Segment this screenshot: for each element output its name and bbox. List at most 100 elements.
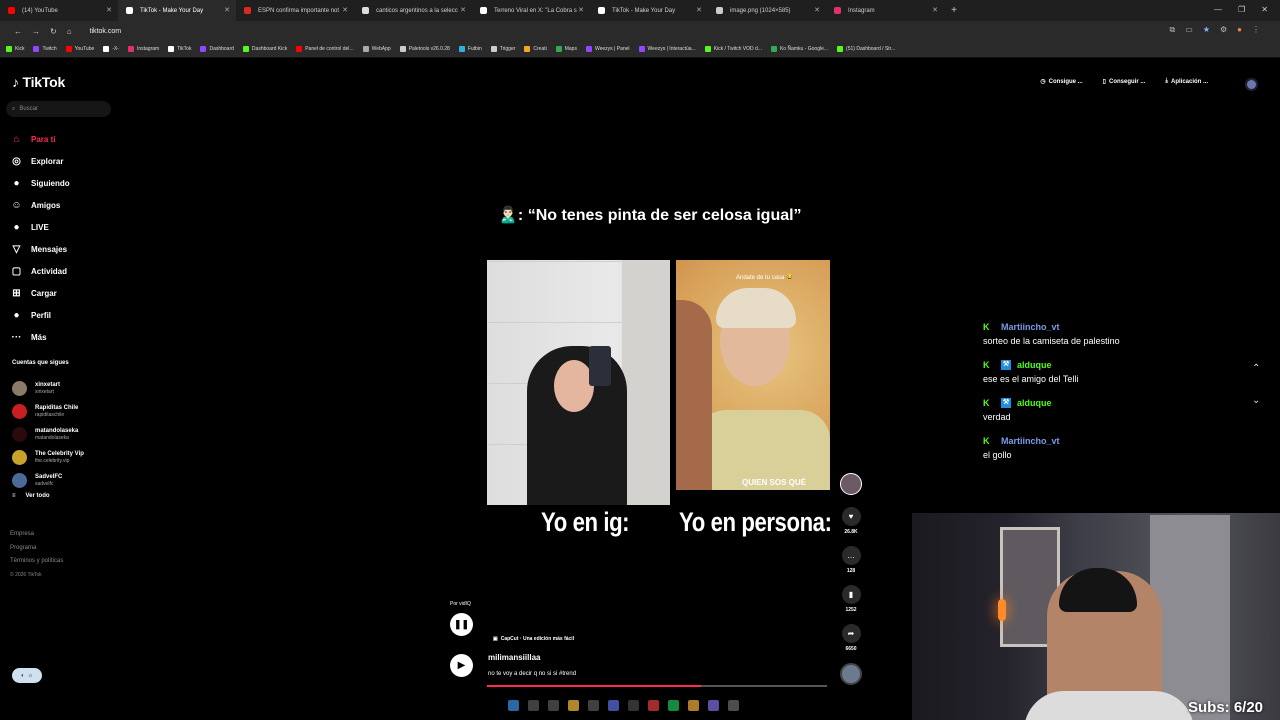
followed-account[interactable]: The Celebrity Vip the.celebrity.vip [12,446,84,469]
chat-username[interactable]: alduque [1017,360,1052,370]
play-button[interactable]: ▶ [450,654,473,677]
discord-icon[interactable] [708,700,719,711]
followed-account[interactable]: matandolaseka matandolaseka [12,423,84,446]
search-input[interactable]: ⌕ Buscar [6,101,111,117]
bookmark-item[interactable]: Trigger [490,46,515,52]
see-all-link[interactable]: ≡ Ver todo [12,493,84,499]
download-app-button[interactable]: ⤓ Aplicación ... [1165,78,1208,85]
stats-button[interactable]: ❚❚ [450,613,473,636]
bookmark-item[interactable]: Maps [555,46,577,52]
grid-icon[interactable] [608,700,619,711]
sidebar-item[interactable]: ● Perfil [10,304,70,326]
bookmark-item[interactable]: Kick / Twitch VOD d... [704,46,762,52]
forward-icon[interactable]: → [32,27,40,36]
close-icon[interactable]: ✕ [814,6,820,14]
bookmark-item[interactable]: Instagram [127,46,159,52]
cast-icon[interactable]: ▭ [1185,25,1193,35]
minimize-icon[interactable]: — [1214,5,1222,14]
menu-dots-icon[interactable]: ⋮ [1252,25,1260,35]
bookmark-item[interactable]: -X- [103,46,119,52]
chat-username[interactable]: alduque [1017,398,1052,408]
folder-icon[interactable] [568,700,579,711]
creator-avatar[interactable] [840,473,862,495]
new-tab-button[interactable]: + [944,5,964,16]
back-icon[interactable]: ← [14,27,22,36]
home-nav-icon[interactable]: ⌂ [67,27,72,36]
capcut-tag[interactable]: ▣ CapCut · Una edición más fácil [493,636,574,642]
close-icon[interactable]: ✕ [460,6,466,14]
bookmark-item[interactable]: Dashboard Kick [242,46,287,52]
settings-task-icon[interactable] [548,700,559,711]
close-icon[interactable]: ✕ [932,6,938,14]
share-icon[interactable]: ➦ [841,624,861,643]
chevron-down-icon[interactable]: ⌄ [1252,385,1260,417]
browser-tab[interactable]: TikTok - Make Your Day ✕ [590,0,708,21]
browser-tab[interactable]: canticos argentinos a la selecc ✕ [354,0,472,21]
bookmark-item[interactable]: Ko Ñamku - Google... [770,46,828,52]
bookmark-item[interactable]: Kick [6,46,24,52]
close-window-icon[interactable]: ✕ [1261,5,1268,14]
app-icon[interactable] [628,700,639,711]
bookmark-item[interactable]: Creati [524,46,547,52]
extensions-icon[interactable]: ⚙ [1220,25,1227,35]
close-icon[interactable]: ✕ [578,6,584,14]
sidebar-item[interactable]: ● Siguiendo [10,172,69,194]
bookmark-item[interactable]: Weezys | Panel [585,46,630,52]
sidebar-item[interactable]: ● LIVE [10,216,70,238]
profile-avatar-icon[interactable]: ● [1237,25,1242,35]
close-icon[interactable]: ✕ [106,6,112,14]
get-coins-button[interactable]: ◷ Consigue ... [1040,78,1082,86]
close-icon[interactable]: ✕ [224,6,230,14]
sidebar-item[interactable]: ☺ Amigos [10,194,70,216]
translate-icon[interactable]: ⧉ [1170,25,1176,35]
theme-toggle[interactable]: ◐ ☼ [12,668,42,683]
footer-link-empresa[interactable]: Empresa [10,528,63,542]
followed-account[interactable]: xinxetart xinxetart [12,377,84,400]
search-task-icon[interactable] [528,700,539,711]
comment-icon[interactable]: … [841,546,861,565]
get-app-button[interactable]: ▯ Conseguir ... [1103,78,1146,86]
bookmark-item[interactable]: Weezys | Interactúa... [638,46,696,52]
maximize-icon[interactable]: ❐ [1238,5,1245,14]
chrome-icon[interactable] [688,700,699,711]
spotify-icon[interactable] [668,700,679,711]
sidebar-item[interactable]: ⌂ Para ti [10,128,70,150]
user-avatar[interactable] [1245,78,1258,91]
bookmark-item[interactable]: Panel de control del... [296,46,354,52]
bookmark-item[interactable]: Dashboard [200,46,234,52]
sidebar-item[interactable]: ▢ Actividad [10,260,70,282]
bookmark-item[interactable]: TikTok [168,46,191,52]
followed-account[interactable]: SadvelFC sadvelfc [12,469,84,492]
video-username[interactable]: milimansiillaa [488,653,540,662]
chat-username[interactable]: Martiincho_vt [1001,322,1060,332]
like-icon[interactable]: ♥ [841,507,861,526]
browser-tab[interactable]: image.png (1024×585) ✕ [708,0,826,21]
close-icon[interactable]: ✕ [696,6,702,14]
followed-account[interactable]: Rapiditas Chile rapiditaschile [12,400,84,423]
video-frame-left[interactable] [487,260,670,505]
footer-link-terms[interactable]: Términos y políticas [10,555,63,569]
app3-icon[interactable] [728,700,739,711]
bookmark-item[interactable]: Futbin [458,46,482,52]
browser-tab[interactable]: Instagram ✕ [826,0,944,21]
bookmark-star-icon[interactable]: ★ [1203,25,1210,35]
browser-tab[interactable]: TikTok - Make Your Day ✕ [118,0,236,21]
browser-tab[interactable]: Terreno Viral en X: "La Cobra s ✕ [472,0,590,21]
browser-tab[interactable]: ESPN confirma importante not ✕ [236,0,354,21]
bookmark-item[interactable]: WebApp [362,46,391,52]
close-icon[interactable]: ✕ [342,6,348,14]
browser-tab[interactable]: (14) YouTube ✕ [0,0,118,21]
url-field[interactable]: tiktok.com [90,28,122,35]
bookmark-item[interactable]: Twitch [33,46,57,52]
footer-link-programa[interactable]: Programa [10,542,63,556]
video-frame-right[interactable]: Andate de tu casa 😂 QUIEN SOS QUÉ [676,260,830,490]
bookmark-item[interactable]: Paletools v26.0.28 [399,46,450,52]
bookmark-icon[interactable]: ▮ [841,585,861,604]
app2-icon[interactable] [648,700,659,711]
windows-icon[interactable] [508,700,519,711]
sidebar-item[interactable]: ··· Más [10,326,70,348]
sidebar-item[interactable]: ⊞ Cargar [10,282,70,304]
bookmark-item[interactable]: YouTube [65,46,94,52]
tiktok-logo[interactable]: ♪ TikTok [12,74,65,90]
chevron-up-icon[interactable]: ⌃ [1252,353,1260,385]
